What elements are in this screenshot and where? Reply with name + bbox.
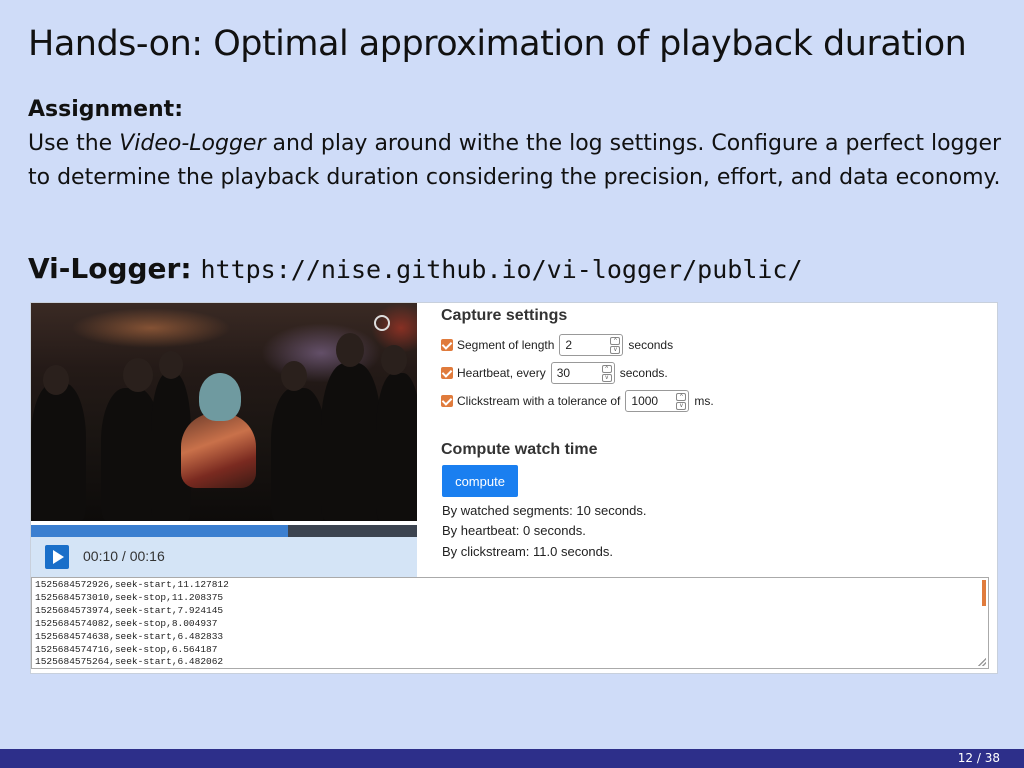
log-line: 1525684573974,seek-start,7.924145: [35, 604, 224, 616]
heartbeat-spinner[interactable]: ^ v: [601, 365, 612, 382]
video-controls: 00:10 / 00:16: [31, 537, 417, 577]
clickstream-label: Clickstream with a tolerance of: [457, 394, 621, 408]
progress-fill: [31, 525, 289, 537]
compute-button[interactable]: compute: [442, 465, 518, 497]
video-progress-bar[interactable]: [31, 525, 417, 537]
compute-heading: Compute watch time: [441, 441, 598, 458]
page-number: 12 / 38: [957, 751, 1000, 765]
result-clickstream: By clickstream: 11.0 seconds.: [442, 544, 613, 559]
log-line: 1525684574638,seek-start,6.482833: [35, 630, 224, 642]
time-display: 00:10 / 00:16: [83, 548, 165, 564]
segment-label: Segment of length: [457, 338, 555, 352]
play-button[interactable]: [45, 545, 69, 569]
assignment-text: Assignment: Use the Video-Logger and pla…: [28, 93, 1003, 195]
resize-grip-icon[interactable]: [978, 658, 986, 666]
log-scrollbar[interactable]: [982, 580, 986, 606]
vilogger-url[interactable]: https://nise.github.io/vi-logger/public/: [200, 255, 802, 284]
footer-bar: 12 / 38: [0, 749, 1024, 768]
log-line: 1525684574082,seek-stop,8.004937: [35, 617, 218, 629]
assignment-body: Use the Video-Logger and play around wit…: [28, 127, 1003, 195]
segment-row: Segment of length ^v seconds: [441, 334, 673, 356]
heartbeat-input[interactable]: [551, 363, 606, 383]
segment-input-wrap: ^v: [559, 334, 624, 356]
segment-checkbox[interactable]: [441, 339, 453, 351]
segment-input[interactable]: [560, 335, 615, 355]
clickstream-input[interactable]: [626, 391, 681, 411]
capture-settings-heading: Capture settings: [441, 307, 568, 324]
segment-spinner[interactable]: ^ v: [610, 337, 621, 354]
clickstream-spinner[interactable]: ^ v: [676, 393, 687, 410]
clickstream-input-wrap: ^v: [625, 390, 690, 412]
camera-icon: [374, 315, 390, 331]
segment-unit: seconds: [628, 338, 674, 352]
heartbeat-checkbox[interactable]: [441, 367, 453, 379]
heartbeat-label: Heartbeat, every: [457, 366, 546, 380]
vilogger-line: Vi-Logger: https://nise.github.io/vi-log…: [28, 252, 803, 285]
log-lines: 1525684572926,seek-start,11.127812 152568…: [35, 579, 985, 668]
assignment-heading: Assignment:: [28, 97, 183, 122]
clickstream-unit: ms.: [694, 394, 714, 408]
log-line: 1525684574716,seek-stop,6.564187: [35, 643, 218, 655]
heartbeat-unit: seconds.: [619, 366, 668, 380]
video-frame[interactable]: [31, 303, 417, 521]
log-textarea[interactable]: 1525684572926,seek-start,11.127812 152568…: [31, 577, 989, 669]
result-heartbeat: By heartbeat: 0 seconds.: [442, 523, 586, 538]
heartbeat-row: Heartbeat, every ^v seconds.: [441, 362, 668, 384]
vilogger-screenshot: 00:10 / 00:16 Capture settings Segment o…: [30, 302, 998, 674]
clickstream-checkbox[interactable]: [441, 395, 453, 407]
result-segments: By watched segments: 10 seconds.: [442, 503, 647, 518]
log-line: 1525684575264,seek-start,6.482062: [35, 656, 224, 668]
slide-title: Hands-on: Optimal approximation of playb…: [28, 24, 967, 64]
vilogger-label: Vi-Logger:: [28, 252, 192, 285]
heartbeat-input-wrap: ^v: [550, 362, 615, 384]
assignment-em: Video-Logger: [119, 131, 266, 156]
clickstream-row: Clickstream with a tolerance of ^v ms.: [441, 390, 714, 412]
log-line: 1525684573010,seek-stop,11.208375: [35, 591, 224, 603]
assignment-pre: Use the: [28, 131, 120, 156]
log-line: 1525684572926,seek-start,11.127812: [35, 579, 229, 590]
